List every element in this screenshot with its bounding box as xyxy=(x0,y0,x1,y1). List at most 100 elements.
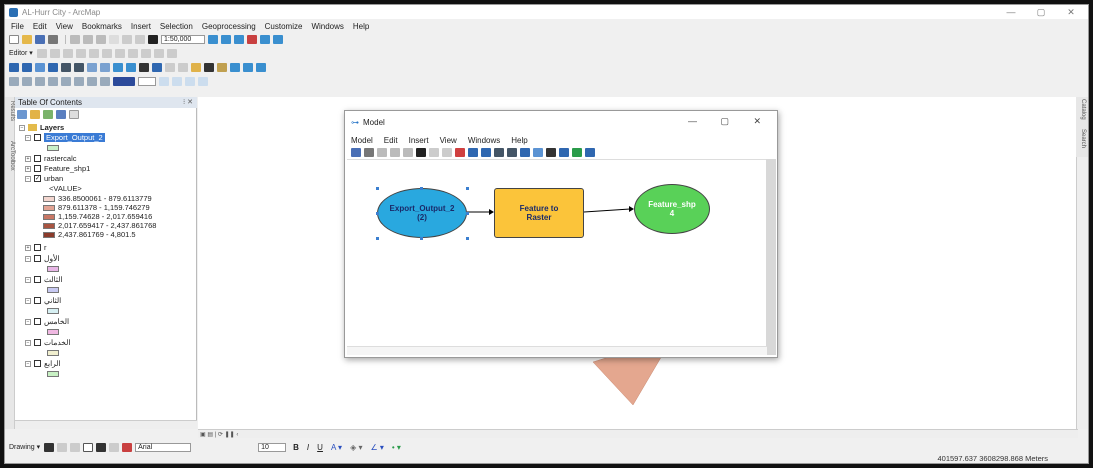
model-add-data-icon[interactable] xyxy=(455,148,465,157)
find-route-icon[interactable] xyxy=(217,62,227,72)
model-zoom-icon[interactable] xyxy=(520,148,530,157)
list-by-selection-icon[interactable] xyxy=(56,110,66,119)
menu-windows[interactable]: Windows xyxy=(311,22,343,31)
cut-polygon-icon[interactable] xyxy=(101,48,112,58)
font-color-icon[interactable]: A ▾ xyxy=(331,443,342,452)
layer-feature-shp1[interactable]: + Feature_shp1 xyxy=(25,164,90,173)
hyperlink-icon[interactable] xyxy=(165,62,175,72)
layer-fourth[interactable]: − الرابع xyxy=(25,359,61,368)
legend-class[interactable]: 2,017.659417 - 2,437.861768 xyxy=(43,221,156,230)
expand-icon[interactable]: + xyxy=(25,155,31,162)
map-scale-combo[interactable]: 1:50,000 xyxy=(161,34,205,44)
create-features-icon[interactable] xyxy=(166,48,177,58)
selection-handle[interactable] xyxy=(466,187,469,190)
raster-tool-2-icon[interactable] xyxy=(172,76,182,86)
zoom-out-icon[interactable] xyxy=(22,62,32,72)
model-close-button[interactable]: ✕ xyxy=(753,116,761,127)
results-tab[interactable]: Results xyxy=(5,101,15,121)
color-ramp-icon[interactable] xyxy=(113,76,135,86)
model-input-node[interactable]: Export_Output_2 (2) xyxy=(377,188,467,238)
add-data-icon[interactable] xyxy=(148,34,158,44)
model-menu-help[interactable]: Help xyxy=(511,136,527,145)
back-extent-icon[interactable] xyxy=(87,62,97,72)
layer-visibility-checkbox[interactable] xyxy=(34,318,41,325)
model-full-extent-icon[interactable] xyxy=(481,148,491,157)
fixed-zoom-out-icon[interactable] xyxy=(74,62,84,72)
paste-icon[interactable] xyxy=(96,34,106,44)
toc-close-icon[interactable]: ⁝ ✕ xyxy=(183,97,193,108)
model-copy-icon[interactable] xyxy=(390,148,400,157)
layer-r[interactable]: + r xyxy=(25,243,47,252)
selection-handle[interactable] xyxy=(466,212,469,215)
bold-icon[interactable]: B xyxy=(293,443,299,452)
layout-tool-2-icon[interactable] xyxy=(22,76,32,86)
cut-icon[interactable] xyxy=(70,34,80,44)
clear-selection-icon[interactable] xyxy=(126,62,136,72)
raster-tool-4-icon[interactable] xyxy=(198,76,208,86)
menu-bookmarks[interactable]: Bookmarks xyxy=(82,22,122,31)
layout-view-buttons[interactable]: ▣ ▤ | ⟳ ❚❚ ‹ xyxy=(200,431,238,438)
fixed-zoom-in-icon[interactable] xyxy=(61,62,71,72)
reshape-icon[interactable] xyxy=(88,48,99,58)
trace-icon[interactable] xyxy=(62,48,73,58)
maximize-button[interactable]: ▢ xyxy=(1028,5,1054,19)
layer-visibility-checkbox[interactable] xyxy=(34,165,41,172)
new-document-icon[interactable] xyxy=(9,34,19,44)
model-connect-icon[interactable] xyxy=(559,148,569,157)
measure-icon[interactable] xyxy=(191,62,201,72)
model-output-node[interactable]: Feature_shp 4 xyxy=(634,184,710,234)
collapse-icon[interactable]: − xyxy=(19,124,25,131)
rotate-icon[interactable] xyxy=(127,48,138,58)
select-elements-icon[interactable] xyxy=(44,442,55,452)
model-menu-model[interactable]: Model xyxy=(351,136,373,145)
layer-services[interactable]: − الخدمات xyxy=(25,338,71,347)
delete-icon[interactable] xyxy=(109,34,119,44)
model-menu-view[interactable]: View xyxy=(440,136,457,145)
collapse-icon[interactable]: − xyxy=(25,134,31,141)
collapse-icon[interactable]: − xyxy=(25,276,31,283)
list-by-drawing-order-icon[interactable] xyxy=(17,110,27,119)
model-fixed-zoom-in-icon[interactable] xyxy=(494,148,504,157)
model-horizontal-scrollbar[interactable] xyxy=(347,346,767,355)
undo-icon[interactable] xyxy=(122,34,132,44)
table-of-contents-icon[interactable] xyxy=(221,34,231,44)
layer-visibility-checkbox[interactable] xyxy=(34,134,41,141)
select-features-icon[interactable] xyxy=(113,62,123,72)
menu-insert[interactable]: Insert xyxy=(131,22,151,31)
expand-icon[interactable]: + xyxy=(25,165,31,172)
layout-tool-6-icon[interactable] xyxy=(74,76,84,86)
straight-segment-icon[interactable] xyxy=(49,48,60,58)
catalog-icon[interactable] xyxy=(234,34,244,44)
selection-handle[interactable] xyxy=(376,237,379,240)
model-menu-edit[interactable]: Edit xyxy=(384,136,398,145)
html-popup-icon[interactable] xyxy=(178,62,188,72)
selection-handle[interactable] xyxy=(420,237,423,240)
minimize-button[interactable]: — xyxy=(998,5,1024,19)
model-paste-icon[interactable] xyxy=(403,148,413,157)
menu-help[interactable]: Help xyxy=(353,22,369,31)
raster-tool-3-icon[interactable] xyxy=(185,76,195,86)
collapse-icon[interactable]: − xyxy=(25,360,31,367)
legend-class[interactable]: 879.611378 - 1,159.746279 xyxy=(43,203,150,212)
layout-tool-3-icon[interactable] xyxy=(35,76,45,86)
collapse-icon[interactable]: − xyxy=(25,339,31,346)
layout-tool-1-icon[interactable] xyxy=(9,76,19,86)
layer-visibility-checkbox[interactable] xyxy=(34,255,41,262)
model-menu-windows[interactable]: Windows xyxy=(468,136,500,145)
catalog-tab[interactable]: Catalog xyxy=(1076,99,1086,120)
editor-toolbar-icon[interactable] xyxy=(208,34,218,44)
redo-icon[interactable] xyxy=(135,34,145,44)
menu-geoprocessing[interactable]: Geoprocessing xyxy=(202,22,256,31)
rectangle-icon[interactable] xyxy=(83,442,94,452)
layer-visibility-checkbox[interactable] xyxy=(34,339,41,346)
time-slider-icon[interactable] xyxy=(243,62,253,72)
model-minimize-button[interactable]: — xyxy=(688,116,697,126)
fill-color-icon[interactable]: ◈ ▾ xyxy=(350,443,362,452)
create-viewer-icon[interactable] xyxy=(256,62,266,72)
model-tool-node[interactable]: Feature to Raster xyxy=(494,188,584,238)
sketch-properties-icon[interactable] xyxy=(153,48,164,58)
model-menu-insert[interactable]: Insert xyxy=(409,136,429,145)
copy-icon[interactable] xyxy=(83,34,93,44)
map-vertical-scrollbar[interactable] xyxy=(1076,157,1088,429)
split-icon[interactable] xyxy=(114,48,125,58)
